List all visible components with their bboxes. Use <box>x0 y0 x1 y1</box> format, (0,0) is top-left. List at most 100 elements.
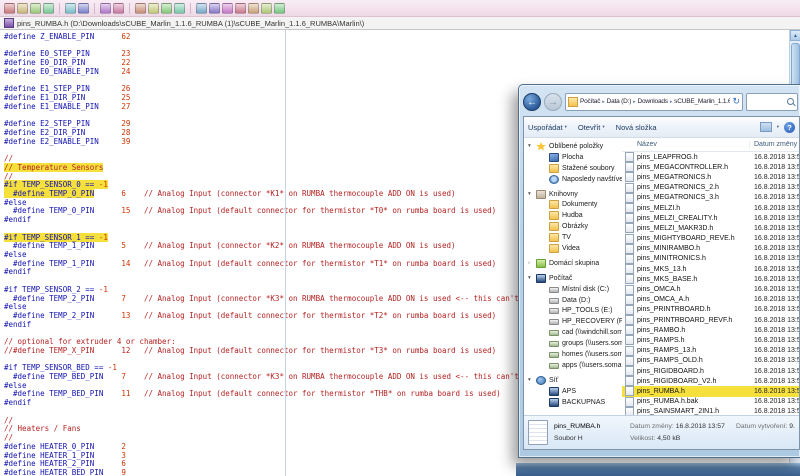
sidebar-item[interactable]: Plocha <box>524 152 622 163</box>
file-row[interactable]: pins_MELZI_MAKR3D.h16.8.2018 13:5 <box>622 223 799 233</box>
open-button[interactable]: Otevřít▾ <box>578 123 605 132</box>
column-header-name[interactable]: Název <box>622 141 750 148</box>
file-row[interactable]: pins_MINIRAMBO.h16.8.2018 13:5 <box>622 244 799 254</box>
breadcrumb-item[interactable]: Data (D:) <box>607 98 632 105</box>
sidebar-item[interactable]: Videa <box>524 243 622 254</box>
file-name-cell: pins_MEGATRONICS.h <box>622 172 750 182</box>
expander-expanded-icon[interactable]: ▾ <box>528 143 536 149</box>
view-caret-icon[interactable]: ▾ <box>777 124 779 130</box>
sidebar-item[interactable]: APS <box>524 386 622 397</box>
explorer-navbar: ← → Počítač▸Data (D:)▸Downloads▸sCUBE_Ma… <box>523 87 800 116</box>
file-row[interactable]: pins_RAMPS_13.h16.8.2018 13:5 <box>622 346 799 356</box>
save-icon[interactable] <box>30 3 41 14</box>
forward-button[interactable]: → <box>544 93 562 111</box>
sidebar-item[interactable]: homes (\\users.soma.cz) <box>524 349 622 360</box>
scroll-up-icon[interactable]: ▲ <box>790 30 800 41</box>
redo-icon[interactable] <box>113 3 124 14</box>
sidebar-item[interactable]: groups (\\users.soma.cz) <box>524 338 622 349</box>
sidebar-item[interactable]: BACKUPNAS <box>524 397 622 408</box>
file-row[interactable]: pins_RUMBA.h16.8.2018 13:5 <box>622 386 799 396</box>
change-view-icon[interactable] <box>760 122 772 132</box>
sidebar-item[interactable]: Stažené soubory <box>524 163 622 174</box>
file-row[interactable]: pins_LEAPFROG.h16.8.2018 13:5 <box>622 152 799 162</box>
file-row[interactable]: pins_SAINSMART_2IN1.h16.8.2018 13:5 <box>622 407 799 415</box>
file-row[interactable]: pins_OMCA.h16.8.2018 13:5 <box>622 284 799 294</box>
taskbar-fragment[interactable] <box>516 463 800 476</box>
refresh-icon[interactable]: ↻ <box>732 96 740 107</box>
file-row[interactable]: pins_MELZI_CREALITY.h16.8.2018 13:5 <box>622 213 799 223</box>
sidebar-item[interactable]: ▾Počítač <box>524 273 622 284</box>
sidebar-item[interactable]: ▾Oblíbené položky <box>524 141 622 152</box>
address-bar[interactable]: Počítač▸Data (D:)▸Downloads▸sCUBE_Marlin… <box>565 93 743 111</box>
expander-expanded-icon[interactable]: ▾ <box>528 191 536 197</box>
sidebar-item[interactable]: ▾Síť <box>524 375 622 386</box>
fullscreen-icon[interactable] <box>261 3 272 14</box>
sidebar-item[interactable]: HP_TOOLS (E:) <box>524 305 622 316</box>
search-box[interactable] <box>746 93 798 111</box>
sidebar-item[interactable]: ▾Knihovny <box>524 189 622 200</box>
help-icon[interactable]: ? <box>784 122 795 133</box>
expander-collapsed-icon[interactable]: ▹ <box>528 260 536 266</box>
print-preview-icon[interactable] <box>78 3 89 14</box>
file-row[interactable]: pins_RIGIDBOARD.h16.8.2018 13:5 <box>622 366 799 376</box>
file-row[interactable]: pins_PRINTRBOARD_REVF.h16.8.2018 13:5 <box>622 315 799 325</box>
sidebar-item[interactable]: HP_RECOVERY (F:) <box>524 316 622 327</box>
breadcrumb-item[interactable]: sCUBE_Marlin_1.1.6_RUMBA (1) <box>674 98 730 105</box>
back-button[interactable]: ← <box>523 93 541 111</box>
paste-icon[interactable] <box>161 3 172 14</box>
editor-tab-title[interactable]: pins_RUMBA.h (D:\Downloads\sCUBE_Marlin_… <box>17 19 364 28</box>
file-row[interactable]: pins_OMCA_A.h16.8.2018 13:5 <box>622 295 799 305</box>
delete-icon[interactable] <box>174 3 185 14</box>
settings-icon[interactable] <box>248 3 259 14</box>
file-row[interactable]: pins_MEGATRONICS_3.h16.8.2018 13:5 <box>622 193 799 203</box>
column-header-date[interactable]: Datum změny <box>750 141 799 148</box>
disk-icon <box>549 298 559 304</box>
sidebar-item[interactable]: Místní disk (C:) <box>524 284 622 295</box>
file-row[interactable]: pins_MKS_13.h16.8.2018 13:5 <box>622 264 799 274</box>
expander-expanded-icon[interactable]: ▾ <box>528 377 536 383</box>
sidebar-item[interactable]: Naposledy navštívené <box>524 174 622 185</box>
dropdown-caret-icon: ▾ <box>565 124 567 130</box>
file-row[interactable]: pins_RAMPS_OLD.h16.8.2018 13:5 <box>622 356 799 366</box>
sidebar-item[interactable]: cad (\\windchill.soma.cz) <box>524 327 622 338</box>
new-folder-button-label: Nová složka <box>616 123 657 132</box>
file-row[interactable]: pins_MKS_BASE.h16.8.2018 13:5 <box>622 274 799 284</box>
file-row[interactable]: pins_MIGHTYBOARD_REVE.h16.8.2018 13:5 <box>622 234 799 244</box>
file-row[interactable]: pins_MELZI.h16.8.2018 13:5 <box>622 203 799 213</box>
project-icon[interactable] <box>235 3 246 14</box>
file-row[interactable]: pins_PRINTRBOARD.h16.8.2018 13:5 <box>622 305 799 315</box>
file-icon <box>625 193 634 203</box>
copy-icon[interactable] <box>148 3 159 14</box>
replace-icon[interactable] <box>209 3 220 14</box>
sidebar-item[interactable]: Obrázky <box>524 221 622 232</box>
open-file-icon[interactable] <box>17 3 28 14</box>
sidebar-item[interactable]: Hudba <box>524 210 622 221</box>
breadcrumb-item[interactable]: Počítač <box>580 98 600 105</box>
file-row[interactable]: pins_RUMBA.h.bak16.8.2018 13:5 <box>622 397 799 407</box>
sidebar-item[interactable]: Data (D:) <box>524 295 622 306</box>
print-icon[interactable] <box>65 3 76 14</box>
file-row[interactable]: pins_RIGIDBOARD_V2.h16.8.2018 13:5 <box>622 376 799 386</box>
file-row[interactable]: pins_RAMPS.h16.8.2018 13:5 <box>622 335 799 345</box>
undo-icon[interactable] <box>100 3 111 14</box>
breadcrumb-item[interactable]: Downloads <box>637 98 667 105</box>
sidebar-item[interactable]: Dokumenty <box>524 199 622 210</box>
file-row[interactable]: pins_MINITRONICS.h16.8.2018 13:5 <box>622 254 799 264</box>
expander-expanded-icon[interactable]: ▾ <box>528 275 536 281</box>
save-all-icon[interactable] <box>43 3 54 14</box>
cut-icon[interactable] <box>135 3 146 14</box>
sidebar-item[interactable]: apps (\\users.soma.cz) <box>524 360 622 371</box>
file-row[interactable]: pins_MEGACONTROLLER.h16.8.2018 13:5 <box>622 162 799 172</box>
file-row[interactable]: pins_MEGATRONICS.h16.8.2018 13:5 <box>622 172 799 182</box>
file-row[interactable]: pins_RAMBO.h16.8.2018 13:5 <box>622 325 799 335</box>
sidebar-item[interactable]: TV <box>524 232 622 243</box>
sidebar-item[interactable]: ▹Domácí skupina <box>524 258 622 269</box>
organize-button[interactable]: Uspořádat▾ <box>528 123 567 132</box>
new-file-icon[interactable] <box>4 3 15 14</box>
bookmark-icon[interactable] <box>222 3 233 14</box>
help-icon[interactable] <box>274 3 285 14</box>
find-icon[interactable] <box>196 3 207 14</box>
file-row[interactable]: pins_MEGATRONICS_2.h16.8.2018 13:5 <box>622 183 799 193</box>
sidebar-item-label: homes (\\users.soma.cz) <box>562 351 622 358</box>
new-folder-button[interactable]: Nová složka <box>616 123 657 132</box>
